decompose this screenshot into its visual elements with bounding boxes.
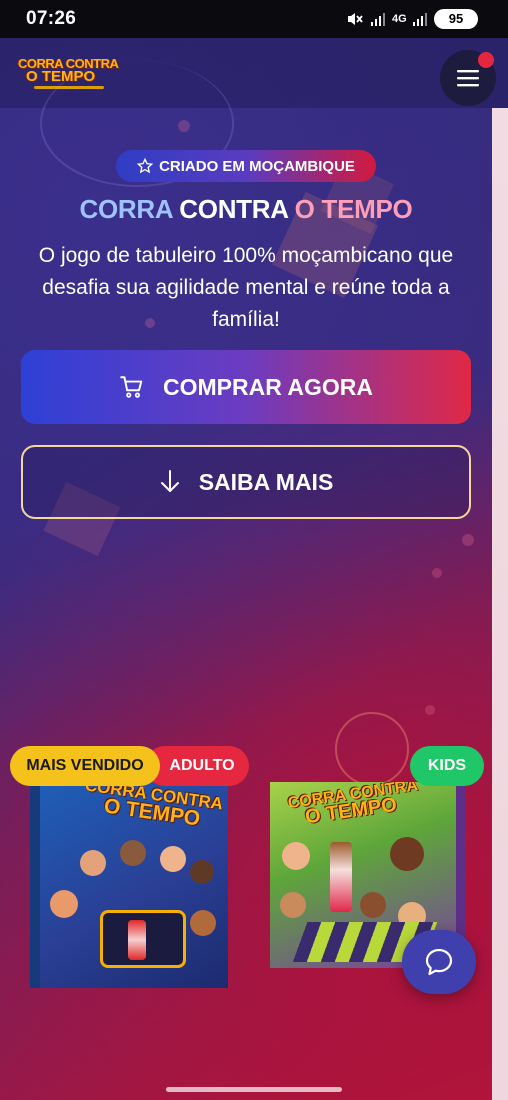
adult-face [190,910,216,936]
tag-bestseller: MAIS VENDIDO [10,746,160,786]
buy-now-label: COMPRAR AGORA [163,373,373,400]
chat-button[interactable] [402,930,476,994]
origin-badge: CRIADO EM MOÇAMBIQUE [116,150,376,182]
hero-title: CORRA CONTRA O TEMPO [0,194,492,225]
adult-face [80,850,106,876]
kids-face [390,837,424,871]
deco-dot [425,705,435,715]
hero-title-part3: O [294,194,322,224]
kids-face [360,892,386,918]
hero-title-part1: CORRA [79,194,180,224]
hamburger-icon [457,70,479,87]
status-icons: 4G 95 [346,9,478,29]
arrow-down-icon [160,470,179,492]
notification-dot [478,52,494,68]
chat-icon [425,948,453,976]
screen: 07:26 4G 95 CORRA CONTRA O TEMPO CRIADO … [0,0,508,1100]
hero-title-part4: TEMPO [321,194,413,224]
status-bar: 07:26 4G 95 [0,0,508,38]
learn-more-label: SAIBA MAIS [198,468,334,495]
star-icon [137,158,154,174]
hero-title-part2: CONTRA [179,194,295,224]
deco-circle [335,712,409,786]
adult-face [50,890,78,918]
adult-face [120,840,146,866]
adult-face [190,860,214,884]
scrollbar-track[interactable] [492,108,508,1100]
deco-dot [432,568,442,578]
kids-face [280,892,306,918]
learn-more-button[interactable]: SAIBA MAIS [21,445,471,519]
hero-subtitle: O jogo de tabuleiro 100% moçambicano que… [38,244,454,331]
mute-icon [348,13,363,25]
tag-kids: KIDS [410,746,484,786]
home-indicator[interactable] [166,1087,342,1092]
tag-adult-label: ADULTO [169,757,235,774]
menu-button[interactable] [440,50,496,106]
battery-indicator: 95 [434,9,478,29]
signal-icon [371,13,385,26]
adult-hourglass [128,920,146,960]
tag-kids-label: KIDS [427,757,467,774]
tag-bestseller-label: MAIS VENDIDO [26,757,144,774]
product-adult-image[interactable]: CORRA CONTRA O TEMPO [30,780,228,988]
network-type: 4G [392,13,407,25]
adult-face [160,846,186,872]
deco-dot [462,534,474,546]
buy-now-button[interactable]: COMPRAR AGORA [21,350,471,424]
kids-face [282,842,310,870]
status-time: 07:26 [26,8,77,29]
cart-icon [120,376,143,398]
origin-badge-label: CRIADO EM MOÇAMBIQUE [159,157,355,175]
kids-hourglass [330,842,352,912]
deco-dot [178,120,190,132]
tag-adult: ADULTO [145,746,249,786]
signal-icon-2 [413,13,427,26]
